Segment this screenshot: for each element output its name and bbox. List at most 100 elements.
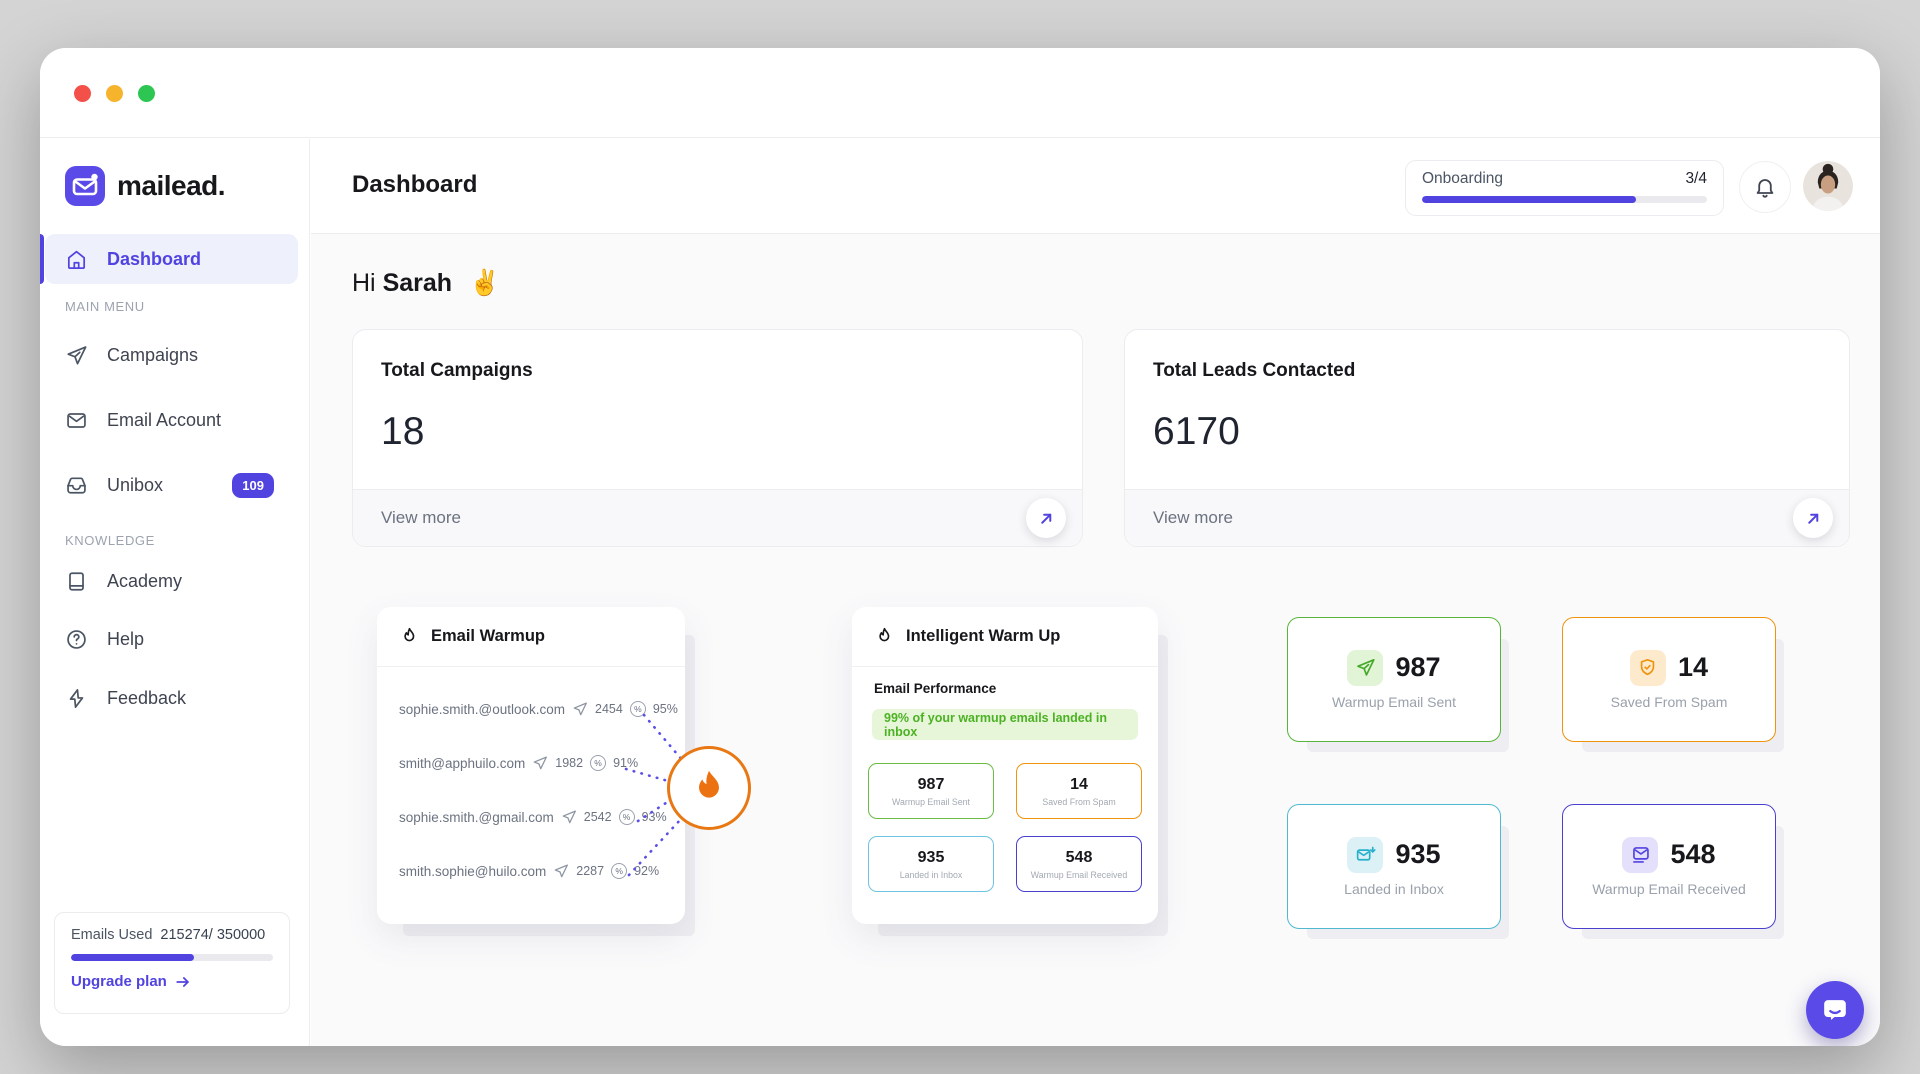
desktop-background: mailead. Dashboard MAIN MENU Campaigns [0,0,1920,1074]
sidebar-item-email-account[interactable]: Email Account [45,395,298,445]
sidebar-item-unibox[interactable]: Unibox 109 [45,460,298,510]
usage-label: Emails Used [71,927,152,943]
view-more-link[interactable]: View more [381,508,461,528]
user-avatar[interactable] [1803,161,1853,211]
emails-sent-count: 2454 [595,702,623,716]
percent-circle-icon: % [611,863,627,879]
mini-stat-label: Saved From Spam [1042,797,1115,807]
sidebar-item-academy[interactable]: Academy [45,556,298,606]
view-more-link[interactable]: View more [1153,508,1233,528]
upgrade-plan-label: Upgrade plan [71,973,167,990]
mail-download-icon [1355,844,1376,865]
warmup-flame-badge [667,746,751,830]
onboarding-progress-text: 3/4 [1685,170,1707,188]
onboarding-progress-track [1422,196,1707,203]
open-campaigns-button[interactable] [1026,498,1066,538]
usage-progress-fill [71,954,194,961]
health-percent: 95% [653,702,678,716]
card-title: Total Campaigns [381,360,533,382]
app-window: mailead. Dashboard MAIN MENU Campaigns [40,48,1880,1046]
app-logo: mailead. [65,166,225,206]
performance-banner: 99% of your warmup emails landed in inbo… [872,709,1138,740]
envelope-icon [65,409,88,432]
arrow-up-right-icon [1038,510,1055,527]
active-indicator [40,234,44,284]
paper-plane-icon [65,344,88,367]
account-email: sophie.smith.@gmail.com [399,810,554,825]
open-leads-button[interactable] [1793,498,1833,538]
email-performance-label: Email Performance [874,681,996,696]
email-warmup-card: Email Warmup sophie.smith.@outlook.com 2… [377,607,685,924]
emails-sent-count: 1982 [555,756,583,770]
upgrade-plan-link[interactable]: Upgrade plan [71,973,273,990]
flame-filled-icon [686,765,732,811]
usage-progress-track [71,954,273,961]
home-icon [65,248,88,271]
stat-card-saved-spam: 14 Saved From Spam [1562,617,1776,742]
greeting: Hi Sarah ✌️ [352,269,500,298]
mini-stat-value: 935 [918,849,945,867]
page-title: Dashboard [352,171,477,199]
sidebar-item-label: Academy [107,571,182,592]
section-label-main-menu: MAIN MENU [65,299,145,314]
close-window-button[interactable] [74,85,91,102]
email-warmup-title: Email Warmup [431,627,545,646]
warmup-account-row: sophie.smith.@outlook.com 2454 % 95% [399,695,673,723]
sidebar-item-label: Help [107,629,144,650]
account-email: smith.sophie@huilo.com [399,864,546,879]
onboarding-label: Onboarding [1422,170,1503,188]
inbox-icon [65,474,88,497]
shield-check-icon [1637,657,1658,678]
chat-bubble-icon [1819,994,1851,1026]
emails-sent-count: 2542 [584,810,612,824]
mini-stat-landed-inbox: 935 Landed in Inbox [868,836,994,892]
lightning-icon [65,687,88,710]
stat-value: 548 [1670,839,1715,870]
stat-icon-wrap [1630,650,1666,686]
paper-plane-icon [1355,657,1376,678]
greeting-prefix: Hi [352,269,376,297]
mini-stat-label: Warmup Email Received [1031,870,1127,880]
warmup-account-row: smith@apphuilo.com 1982 % 91% [399,749,673,777]
sidebar-item-help[interactable]: Help [45,614,298,664]
sidebar-item-feedback[interactable]: Feedback [45,673,298,723]
card-value: 6170 [1153,410,1240,454]
warmup-account-list: sophie.smith.@outlook.com 2454 % 95% smi… [377,667,685,885]
sidebar-item-label: Email Account [107,410,221,431]
sidebar-item-label: Dashboard [107,249,201,270]
card-value: 18 [381,410,424,454]
stat-icon-wrap [1347,650,1383,686]
chat-widget-button[interactable] [1806,981,1864,1039]
card-footer: View more [353,489,1082,546]
notifications-button[interactable] [1739,161,1791,213]
warmup-account-row: sophie.smith.@gmail.com 2542 % 93% [399,803,673,831]
sidebar-item-campaigns[interactable]: Campaigns [45,330,298,380]
paper-plane-icon [561,809,577,825]
mail-received-icon [1630,844,1651,865]
stat-label: Warmup Email Sent [1332,694,1456,710]
sidebar-item-dashboard[interactable]: Dashboard [45,234,298,284]
mini-stat-warmup-received: 548 Warmup Email Received [1016,836,1142,892]
total-leads-card: Total Leads Contacted 6170 View more [1124,329,1850,547]
minimize-window-button[interactable] [106,85,123,102]
main-content: Dashboard Onboarding 3/4 [311,139,1880,1046]
stat-card-landed-inbox: 935 Landed in Inbox [1287,804,1501,929]
mini-stat-value: 14 [1070,776,1088,794]
onboarding-widget[interactable]: Onboarding 3/4 [1405,160,1724,216]
intelligent-warmup-header: Intelligent Warm Up [852,607,1158,667]
book-icon [65,570,88,593]
help-circle-icon [65,628,88,651]
main-header: Dashboard Onboarding 3/4 [311,139,1880,234]
flame-icon [399,626,420,647]
percent-circle-icon: % [630,701,646,717]
stat-icon-wrap [1622,837,1658,873]
mini-stat-value: 548 [1066,849,1093,867]
account-email: smith@apphuilo.com [399,756,525,771]
stat-card-warmup-sent: 987 Warmup Email Sent [1287,617,1501,742]
arrow-right-icon [175,974,191,990]
app-name: mailead. [117,170,225,202]
zoom-window-button[interactable] [138,85,155,102]
card-title: Total Leads Contacted [1153,360,1355,382]
stat-value: 987 [1395,652,1440,683]
emails-sent-count: 2287 [576,864,604,878]
